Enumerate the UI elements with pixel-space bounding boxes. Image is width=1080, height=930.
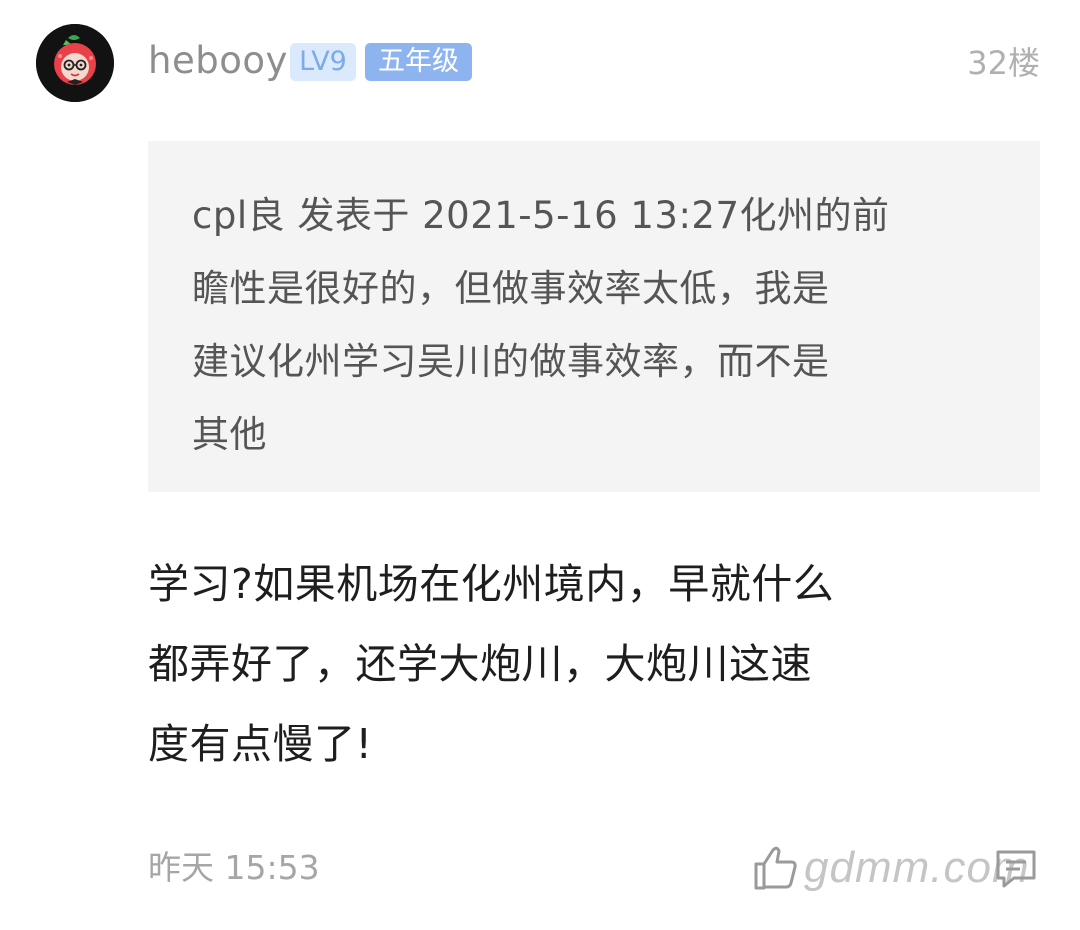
lychee-avatar-icon <box>36 24 114 102</box>
thumbs-up-icon[interactable] <box>750 842 802 894</box>
user-avatar[interactable] <box>36 24 114 102</box>
grade-badge: 五年级 <box>365 43 472 81</box>
post-content: 学习?如果机场在化州境内，早就什么 都弄好了，还学大炮川，大炮川这速 度有点慢了… <box>148 560 835 768</box>
quoted-post: cpl良 发表于 2021-5-16 13:27化州的前 瞻性是很好的，但做事效… <box>148 141 1040 492</box>
floor-number: 32楼 <box>967 44 1040 82</box>
username[interactable]: hebooy <box>148 36 288 86</box>
level-badge: LV9 <box>290 43 356 81</box>
quoted-post-text: cpl良 发表于 2021-5-16 13:27化州的前 瞻性是很好的，但做事效… <box>192 194 890 456</box>
post-actions: gdmm.com <box>750 838 1040 898</box>
reply-bubble-icon[interactable] <box>992 844 1040 892</box>
post-timestamp: 昨天 15:53 <box>148 848 320 887</box>
